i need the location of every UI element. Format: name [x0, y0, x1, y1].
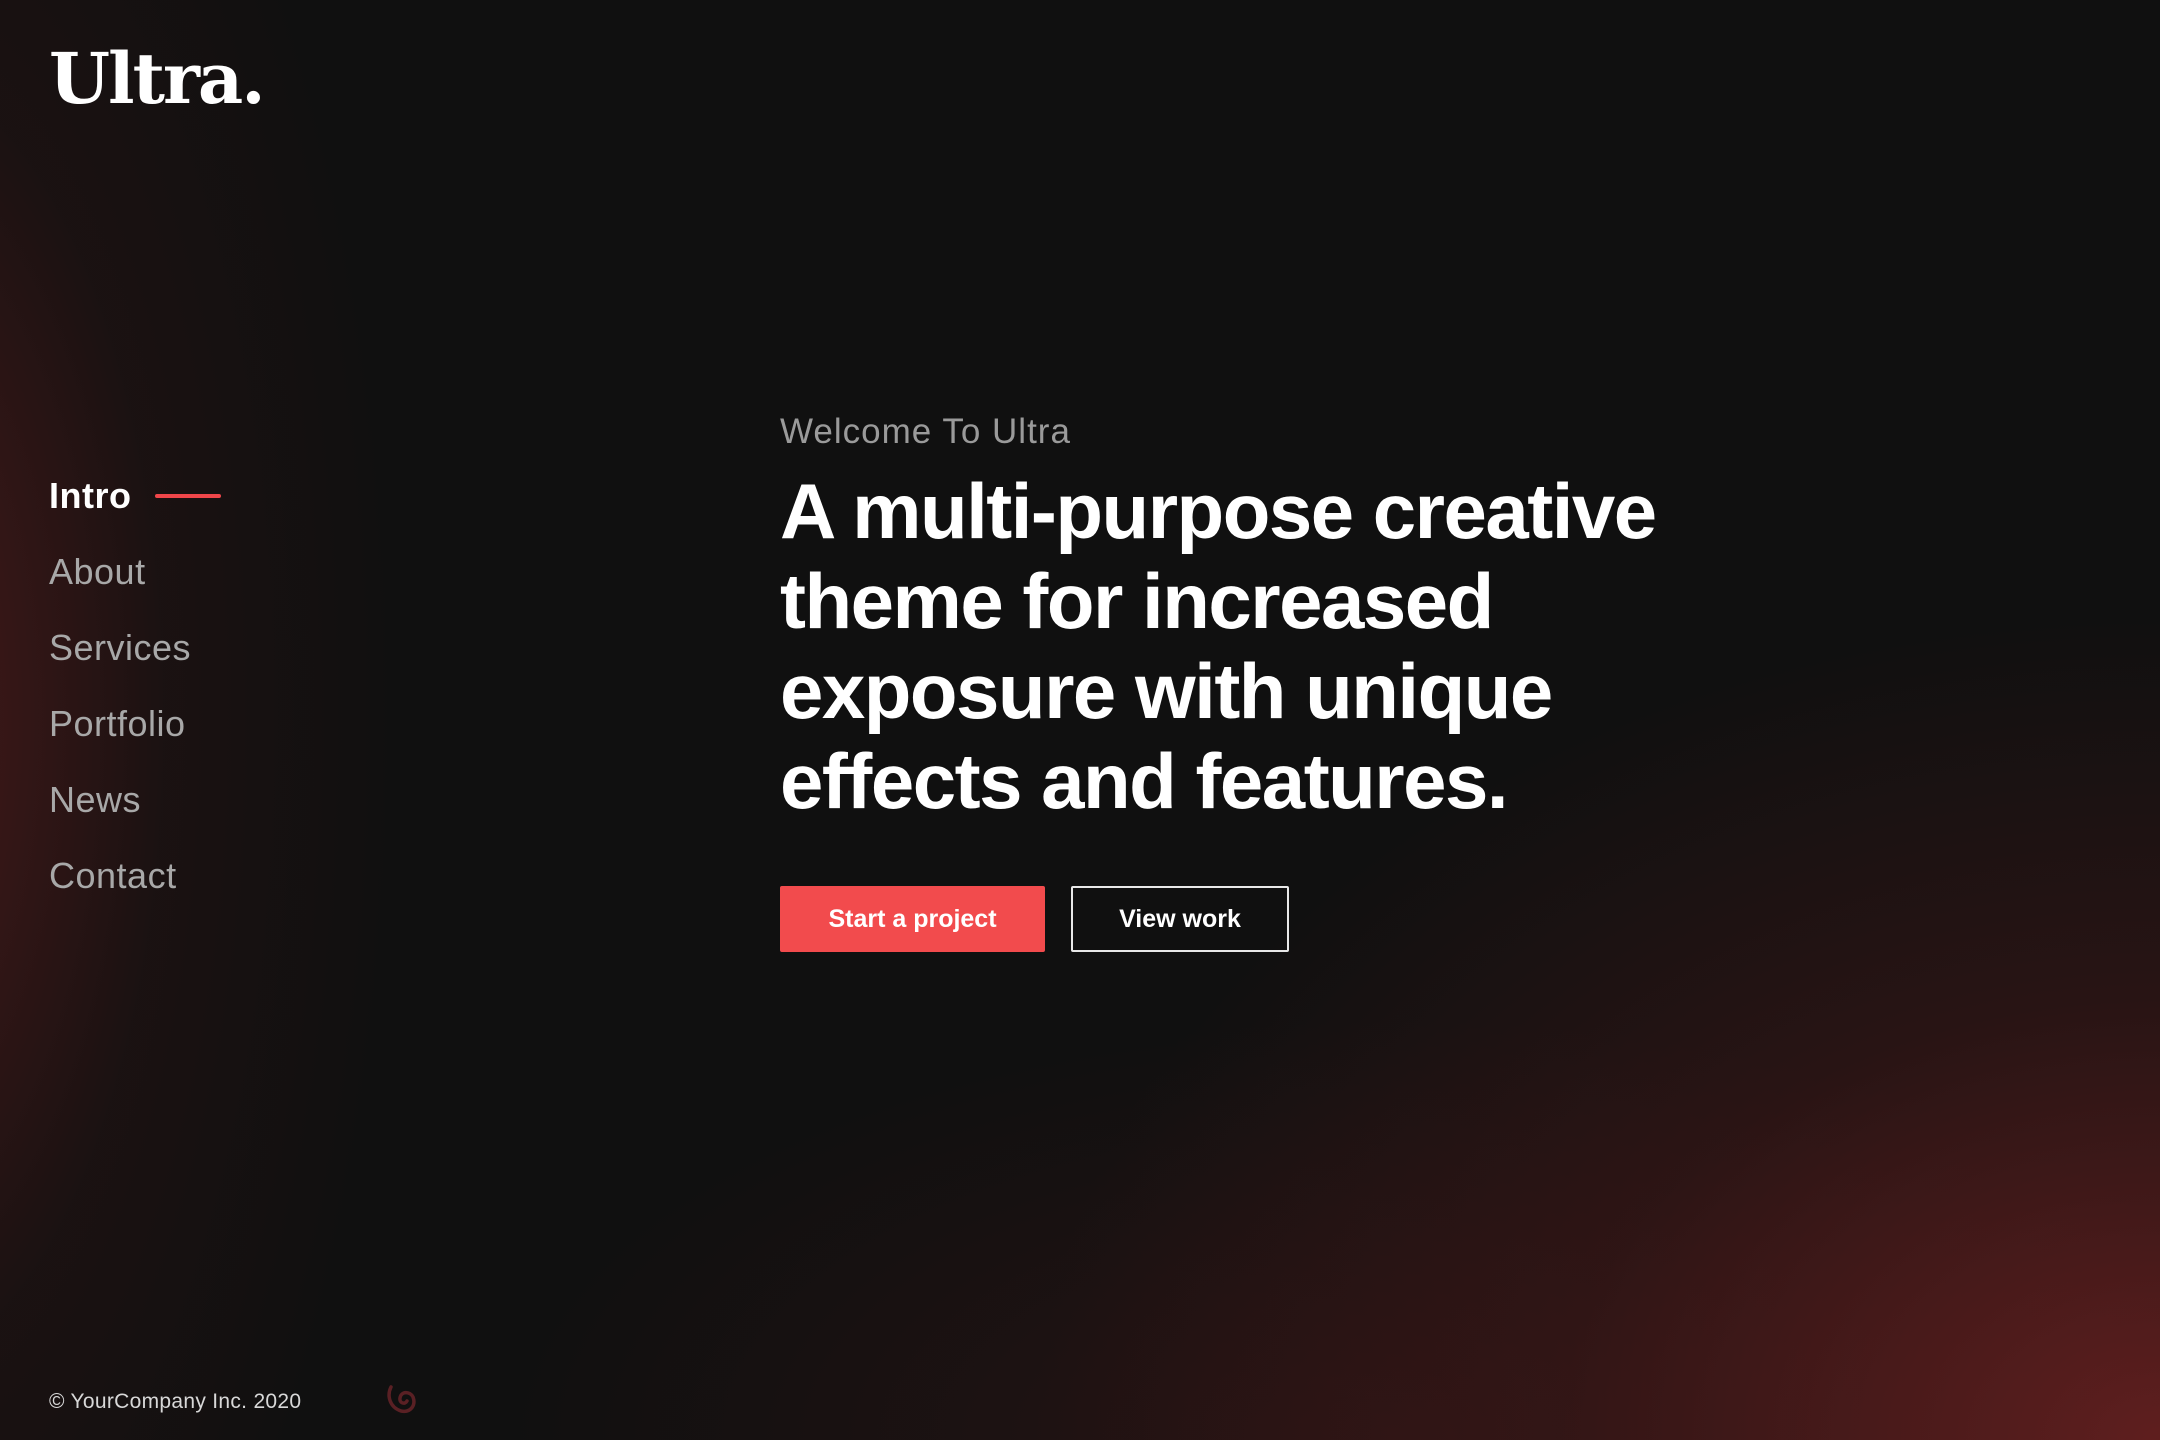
- hero-eyebrow: Welcome To Ultra: [780, 412, 1071, 451]
- page: Ultra. Intro About Services Portfolio Ne…: [0, 0, 2160, 1440]
- main-nav: Intro About Services Portfolio News Cont…: [49, 458, 222, 914]
- nav-item-news[interactable]: News: [49, 762, 221, 838]
- nav-item-label: Services: [49, 627, 192, 668]
- start-project-button[interactable]: Start a project: [780, 886, 1045, 952]
- copyright-text: © YourCompany Inc. 2020: [49, 1390, 302, 1413]
- nav-item-portfolio[interactable]: Portfolio: [49, 686, 221, 762]
- hero-headline: A multi-purpose creative theme for incre…: [780, 466, 1880, 826]
- nav-item-label: Contact: [49, 855, 177, 896]
- nav-item-intro[interactable]: Intro: [49, 458, 222, 534]
- hero-actions: Start a project View work: [780, 886, 1880, 952]
- headline-line: theme for increased: [780, 557, 1494, 645]
- nav-item-label: About: [49, 551, 146, 592]
- nav-item-label: News: [49, 779, 142, 820]
- headline-line: exposure with unique: [780, 647, 1553, 735]
- headline-line: effects and features.: [780, 737, 1509, 825]
- nav-item-label: Intro: [49, 475, 132, 516]
- swirl-logo-icon: [387, 1385, 416, 1414]
- nav-item-label: Portfolio: [49, 703, 186, 744]
- active-indicator: [155, 494, 222, 498]
- logo[interactable]: Ultra.: [49, 44, 266, 114]
- nav-item-contact[interactable]: Contact: [49, 838, 221, 914]
- nav-item-services[interactable]: Services: [49, 610, 221, 686]
- headline-line: A multi-purpose creative: [780, 467, 1657, 555]
- nav-item-about[interactable]: About: [49, 534, 221, 610]
- hero-section: Welcome To Ultra A multi-purpose creativ…: [780, 412, 1880, 952]
- view-work-button[interactable]: View work: [1071, 886, 1289, 952]
